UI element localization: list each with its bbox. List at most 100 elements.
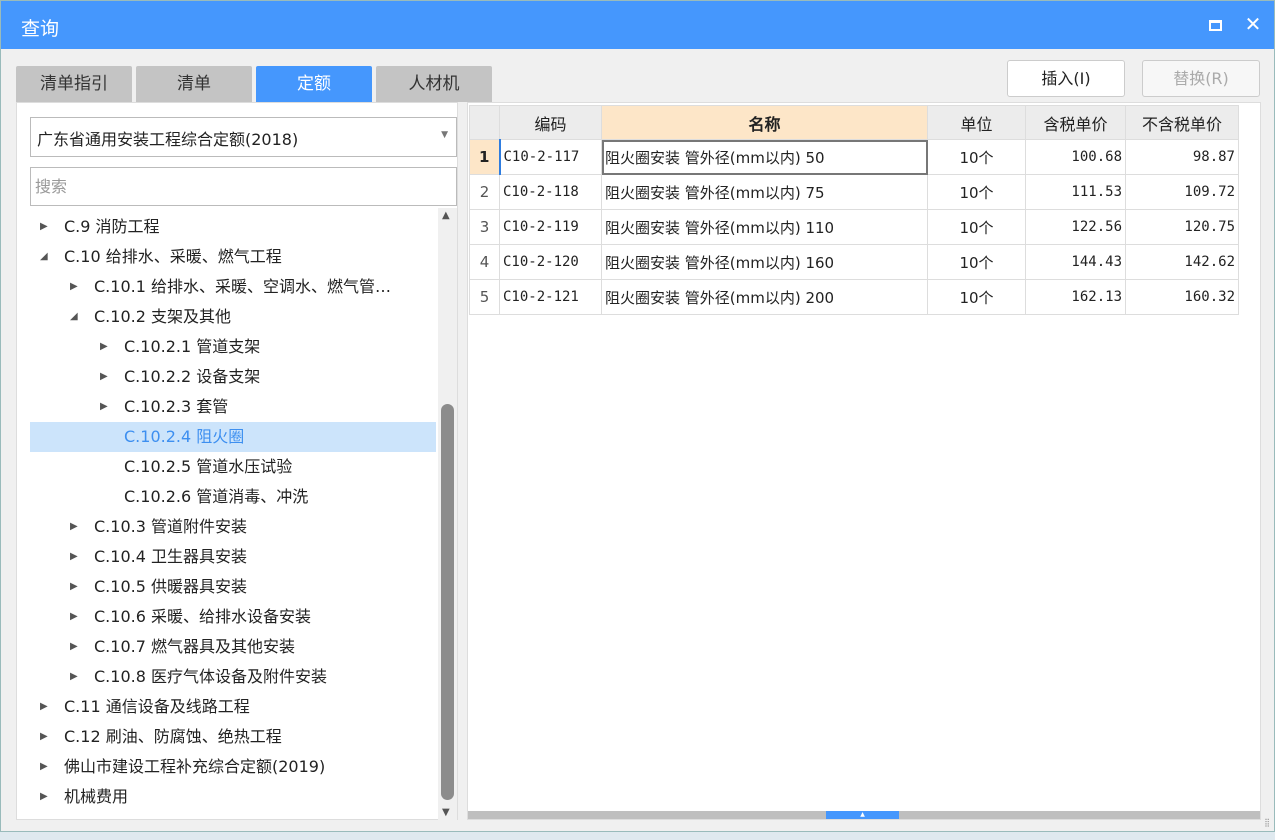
table-row[interactable]: 4 C10-2-120 阻火圈安装 管外径(mm以内) 160 10个 144.43 14… [469, 244, 1239, 280]
unit-cell[interactable]: 10个 [927, 139, 1026, 175]
row-number[interactable]: 3 [469, 209, 500, 245]
collapsed-arrow-icon[interactable]: ▶ [40, 752, 52, 782]
unit-cell[interactable]: 10个 [927, 209, 1026, 245]
name-cell[interactable]: 阻火圈安装 管外径(mm以内) 110 [601, 209, 928, 245]
collapsed-arrow-icon[interactable]: ▶ [40, 782, 52, 812]
col-notax-price[interactable]: 不含税单价 [1125, 105, 1239, 140]
tax-price-cell[interactable]: 100.68 [1025, 139, 1126, 175]
notax-price-cell[interactable]: 160.32 [1125, 279, 1239, 315]
name-cell[interactable]: 阻火圈安装 管外径(mm以内) 200 [601, 279, 928, 315]
insert-button[interactable]: 插入(I) [1007, 60, 1125, 97]
collapsed-arrow-icon[interactable]: ▶ [100, 332, 112, 362]
scroll-thumb[interactable] [441, 404, 454, 800]
expanded-arrow-icon[interactable]: ◢ [40, 242, 52, 272]
tax-price-cell[interactable]: 111.53 [1025, 174, 1126, 210]
unit-cell[interactable]: 10个 [927, 279, 1026, 315]
collapsed-arrow-icon[interactable]: ▶ [70, 512, 82, 542]
table-row[interactable]: 3 C10-2-119 阻火圈安装 管外径(mm以内) 110 10个 122.56 12… [469, 209, 1239, 245]
notax-price-cell[interactable]: 109.72 [1125, 174, 1239, 210]
tree-node[interactable]: ◢ C.10 给排水、采暖、燃气工程 [30, 242, 436, 272]
code-cell[interactable]: C10-2-118 [499, 174, 602, 210]
horizontal-scrollbar[interactable]: ▲ [468, 811, 1260, 819]
table-row[interactable]: 5 C10-2-121 阻火圈安装 管外径(mm以内) 200 10个 162.13 16… [469, 279, 1239, 315]
tab-bill[interactable]: 清单 [136, 66, 252, 102]
tree-node[interactable]: ▶ 佛山市建设工程补充综合定额(2019) [30, 752, 436, 782]
tree-node[interactable]: ▶ C.10.6 采暖、给排水设备安装 [30, 602, 436, 632]
table-row[interactable]: 1 C10-2-117 阻火圈安装 管外径(mm以内) 50 10个 100.68 98.… [469, 139, 1239, 175]
tree-node[interactable]: ▶ C.10.2.2 设备支架 [30, 362, 436, 392]
tab-labor-material-machine[interactable]: 人材机 [376, 66, 492, 102]
tree-node[interactable]: ▶ 机械费用 [30, 782, 436, 812]
name-cell[interactable]: 阻火圈安装 管外径(mm以内) 50 [601, 139, 928, 175]
tree-node[interactable]: ▶ C.10.5 供暖器具安装 [30, 572, 436, 602]
collapsed-arrow-icon[interactable]: ▶ [70, 572, 82, 602]
collapsed-arrow-icon[interactable]: ▶ [70, 272, 82, 302]
tree-node[interactable]: ▶ C.11 通信设备及线路工程 [30, 692, 436, 722]
tab-bill-guide[interactable]: 清单指引 [16, 66, 132, 102]
col-rownum [469, 105, 500, 140]
row-number[interactable]: 2 [469, 174, 500, 210]
unit-cell[interactable]: 10个 [927, 244, 1026, 280]
tree-node[interactable]: C.10.2.4 阻火圈 [30, 422, 436, 452]
library-select[interactable]: 广东省通用安装工程综合定额(2018) ▼ [30, 117, 457, 157]
name-cell[interactable]: 阻火圈安装 管外径(mm以内) 160 [601, 244, 928, 280]
notax-price-cell[interactable]: 142.62 [1125, 244, 1239, 280]
maximize-icon[interactable] [1202, 11, 1228, 37]
collapsed-arrow-icon[interactable]: ▶ [40, 212, 52, 242]
unit-cell[interactable]: 10个 [927, 174, 1026, 210]
tree-node[interactable]: ▶ C.10.8 医疗气体设备及附件安装 [30, 662, 436, 692]
notax-price-cell[interactable]: 98.87 [1125, 139, 1239, 175]
name-cell[interactable]: 阻火圈安装 管外径(mm以内) 75 [601, 174, 928, 210]
tree-node[interactable]: ▶ C.10.7 燃气器具及其他安装 [30, 632, 436, 662]
col-code[interactable]: 编码 [499, 105, 602, 140]
tree-node[interactable]: ▶ C.9 消防工程 [30, 212, 436, 242]
table-row[interactable]: 2 C10-2-118 阻火圈安装 管外径(mm以内) 75 10个 111.53 109… [469, 174, 1239, 210]
code-cell[interactable]: C10-2-117 [498, 139, 602, 175]
tree-node-label: C.10.3 管道附件安装 [94, 517, 247, 536]
tree-node[interactable]: ▶ C.10.1 给排水、采暖、空调水、燃气管… [30, 272, 436, 302]
collapse-handle-icon[interactable]: ▲ [826, 811, 899, 819]
tree-node[interactable]: ▶ C.10.3 管道附件安装 [30, 512, 436, 542]
tax-price-cell[interactable]: 144.43 [1025, 244, 1126, 280]
tree-node-label: C.10.2.1 管道支架 [124, 337, 261, 356]
col-tax-price[interactable]: 含税单价 [1025, 105, 1126, 140]
collapsed-arrow-icon[interactable]: ▶ [100, 362, 112, 392]
title-bar[interactable]: 查询 ✕ [1, 1, 1274, 49]
col-name[interactable]: 名称 [601, 105, 928, 140]
scroll-down-icon[interactable]: ▼ [442, 807, 450, 818]
scroll-up-icon[interactable]: ▲ [442, 210, 450, 221]
tax-price-cell[interactable]: 122.56 [1025, 209, 1126, 245]
code-cell[interactable]: C10-2-120 [499, 244, 602, 280]
tree-node[interactable]: ▶ C.10.2.3 套管 [30, 392, 436, 422]
tree-scrollbar[interactable]: ▲ ▼ [438, 208, 457, 820]
notax-price-cell[interactable]: 120.75 [1125, 209, 1239, 245]
collapsed-arrow-icon[interactable]: ▶ [70, 602, 82, 632]
close-icon[interactable]: ✕ [1240, 11, 1266, 37]
search-input[interactable] [30, 167, 457, 206]
code-cell[interactable]: C10-2-121 [499, 279, 602, 315]
row-number[interactable]: 5 [469, 279, 500, 315]
tree-node[interactable]: ▶ C.12 刷油、防腐蚀、绝热工程 [30, 722, 436, 752]
tree-panel: 广东省通用安装工程综合定额(2018) ▼ ▶ C.9 消防工程 ◢ C.10 给排水… [16, 102, 458, 820]
col-unit[interactable]: 单位 [927, 105, 1026, 140]
expanded-arrow-icon[interactable]: ◢ [70, 302, 82, 332]
replace-button[interactable]: 替换(R) [1142, 60, 1260, 97]
tax-price-cell[interactable]: 162.13 [1025, 279, 1126, 315]
collapsed-arrow-icon[interactable]: ▶ [100, 392, 112, 422]
tree-node[interactable]: ◢ C.10.2 支架及其他 [30, 302, 436, 332]
tree-node[interactable]: C.10.2.6 管道消毒、冲洗 [30, 482, 436, 512]
collapsed-arrow-icon[interactable]: ▶ [70, 542, 82, 572]
tree-node[interactable]: C.10.2.5 管道水压试验 [30, 452, 436, 482]
collapsed-arrow-icon[interactable]: ▶ [40, 722, 52, 752]
row-number[interactable]: 1 [469, 139, 500, 175]
code-cell[interactable]: C10-2-119 [499, 209, 602, 245]
resize-grip-icon[interactable]: ⣿ [1264, 818, 1270, 827]
tree-node[interactable]: ▶ C.10.2.1 管道支架 [30, 332, 436, 362]
row-number[interactable]: 4 [469, 244, 500, 280]
tab-quota[interactable]: 定额 [256, 66, 372, 102]
collapsed-arrow-icon[interactable]: ▶ [70, 632, 82, 662]
tree-node-label: C.10.2 支架及其他 [94, 307, 231, 326]
tree-node[interactable]: ▶ C.10.4 卫生器具安装 [30, 542, 436, 572]
collapsed-arrow-icon[interactable]: ▶ [70, 662, 82, 692]
collapsed-arrow-icon[interactable]: ▶ [40, 692, 52, 722]
